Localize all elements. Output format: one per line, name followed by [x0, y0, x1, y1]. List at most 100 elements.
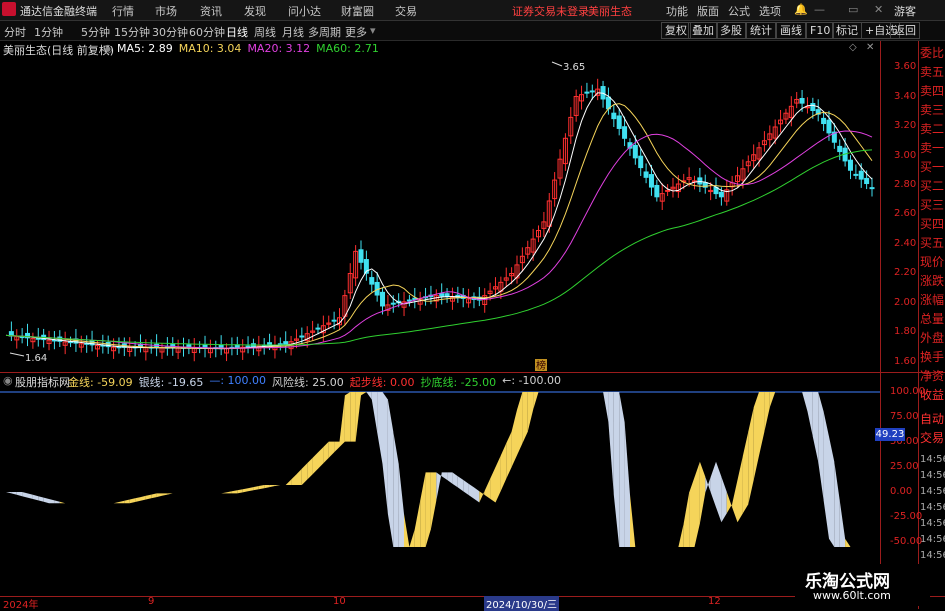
silver-band	[710, 461, 716, 508]
silver-band	[829, 436, 835, 547]
candle-body	[589, 90, 595, 93]
silver-band	[371, 392, 378, 432]
candle-body	[584, 91, 590, 94]
gold-band	[334, 441, 340, 453]
silver-band	[393, 431, 399, 547]
candle-body	[858, 170, 864, 180]
silver-band	[705, 476, 711, 493]
silver-band	[43, 497, 49, 504]
gold-band	[301, 463, 308, 485]
gold-band	[420, 472, 426, 547]
gold-band	[156, 493, 162, 498]
silver-band	[468, 483, 474, 499]
gold-band	[350, 392, 356, 442]
silver-band	[812, 392, 819, 462]
candle-body	[821, 117, 827, 125]
gold-band	[479, 490, 485, 503]
candle-body	[853, 173, 859, 176]
gold-band	[678, 523, 684, 547]
gold-band	[764, 392, 770, 432]
gold-band	[248, 487, 254, 492]
gold-band	[414, 500, 421, 547]
gold-band	[258, 485, 265, 490]
silver-band	[619, 392, 625, 547]
candle-body	[390, 302, 396, 305]
silver-band	[387, 399, 394, 547]
gold-band	[296, 468, 302, 485]
gold-band	[533, 392, 539, 410]
gold-band	[113, 502, 119, 504]
gold-band	[323, 441, 329, 464]
gold-band	[361, 392, 367, 396]
gold-band	[328, 441, 335, 458]
gold-band	[759, 392, 765, 456]
silver-band	[807, 392, 813, 437]
candle-body	[369, 277, 375, 285]
gold-band	[318, 447, 324, 469]
gold-band	[269, 485, 275, 488]
ma5-line	[5, 92, 873, 350]
gold-band	[264, 485, 270, 489]
silver-band	[608, 392, 614, 495]
high-price-pointer	[551, 61, 563, 67]
silver-band	[721, 476, 727, 523]
gold-band	[506, 431, 512, 479]
low-price-pointer	[9, 352, 25, 357]
gold-band	[517, 392, 523, 456]
gold-band	[527, 392, 534, 432]
watermark-url: www.60lt.com	[813, 589, 891, 602]
silver-band	[452, 472, 458, 488]
silver-band	[16, 492, 23, 497]
silver-band	[38, 496, 44, 502]
silver-band	[441, 472, 448, 480]
silver-band	[802, 392, 808, 412]
gold-band	[742, 431, 749, 514]
silver-band	[6, 492, 12, 494]
silver-band	[398, 464, 404, 547]
gold-band	[129, 498, 136, 504]
candle-body	[358, 249, 364, 263]
candle-body	[315, 327, 321, 330]
silver-band	[32, 494, 39, 501]
gold-band	[339, 395, 345, 447]
gold-band	[522, 392, 528, 444]
silver-band	[716, 461, 722, 523]
candle-body	[632, 144, 638, 159]
silver-band	[27, 493, 33, 499]
gold-band	[484, 478, 491, 499]
gold-band	[291, 474, 297, 485]
silver-band	[463, 479, 469, 495]
gold-band	[683, 492, 690, 547]
gold-band	[694, 461, 700, 547]
gold-band	[226, 491, 232, 494]
gold-band	[140, 495, 146, 501]
candle-body	[864, 177, 870, 185]
x-axis-label: 10	[333, 596, 346, 607]
gold-band	[748, 407, 754, 505]
candle-body	[799, 97, 805, 104]
gold-band	[242, 488, 248, 493]
low-price-label: 1.64	[25, 353, 47, 364]
chart-canvas[interactable]: 3.65 1.64 榜	[0, 0, 945, 609]
candle-body	[439, 293, 445, 297]
silver-band	[49, 499, 55, 504]
silver-band	[382, 392, 388, 514]
gold-band	[500, 443, 507, 491]
candle-body	[643, 171, 649, 178]
gold-band	[495, 455, 501, 503]
candle-body	[622, 126, 628, 139]
watermark: 乐淘公式网 www.60lt.com	[795, 564, 930, 606]
silver-band	[603, 392, 609, 422]
silver-band	[613, 392, 620, 547]
gold-band	[699, 461, 706, 524]
silver-band	[624, 422, 630, 547]
gold-band	[285, 479, 292, 485]
gold-band	[167, 493, 173, 495]
silver-band	[447, 472, 453, 484]
candle-body	[665, 189, 671, 192]
gold-band	[312, 452, 318, 475]
rank-marker-label: 榜	[536, 359, 546, 372]
silver-band	[366, 392, 372, 400]
gold-band	[737, 455, 743, 523]
gold-band	[409, 529, 415, 547]
